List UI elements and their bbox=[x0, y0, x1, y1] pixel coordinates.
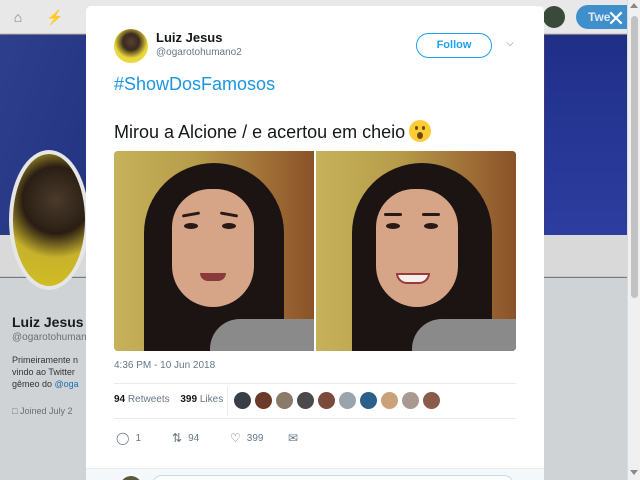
retweet-icon: ⇅ bbox=[172, 431, 183, 445]
scrollbar[interactable] bbox=[627, 0, 640, 480]
profile-bio-line: gêmeo do @oga bbox=[12, 378, 86, 390]
retweets-count[interactable]: 94 bbox=[114, 394, 125, 405]
likes-label[interactable]: Likes bbox=[200, 394, 223, 405]
liker-avatar[interactable] bbox=[360, 392, 377, 409]
home-icon[interactable]: ⌂ bbox=[10, 9, 26, 25]
tweet-text-body: Mirou a Alcione / e acertou em cheio bbox=[114, 122, 406, 142]
media-photo-right[interactable] bbox=[316, 151, 516, 351]
profile-bio-link[interactable]: @oga bbox=[55, 379, 79, 389]
heart-icon: ♡ bbox=[230, 431, 241, 445]
retweet-count: 94 bbox=[188, 432, 200, 444]
scroll-up-arrow-icon[interactable] bbox=[630, 3, 638, 8]
scroll-down-arrow-icon[interactable] bbox=[630, 470, 638, 475]
retweets-label[interactable]: Retweets bbox=[128, 394, 170, 405]
profile-bio-text: gêmeo do bbox=[12, 379, 55, 389]
chevron-down-icon[interactable]: ⌵ bbox=[504, 38, 516, 50]
author-avatar[interactable] bbox=[114, 29, 148, 63]
close-icon[interactable]: ✕ bbox=[605, 8, 627, 30]
author-handle[interactable]: @ogarotohumano2 bbox=[156, 47, 242, 58]
liker-avatar[interactable] bbox=[255, 392, 272, 409]
divider bbox=[114, 383, 516, 384]
reply-icon: ◯ bbox=[116, 431, 130, 445]
profile-bio-line: vindo ao Twitter bbox=[12, 367, 75, 377]
tweet-text: Mirou a Alcione / e acertou em cheio bbox=[114, 120, 432, 143]
profile-joined: □ Joined July 2 bbox=[12, 406, 72, 416]
tweet-media[interactable] bbox=[114, 151, 516, 351]
divider bbox=[114, 418, 516, 419]
likes-count[interactable]: 399 bbox=[180, 394, 197, 405]
viewer-avatar bbox=[120, 476, 142, 480]
astonished-face-emoji-icon bbox=[409, 120, 432, 142]
follow-button[interactable]: Follow bbox=[416, 33, 492, 58]
scrollbar-thumb[interactable] bbox=[631, 16, 638, 298]
calendar-icon: □ bbox=[12, 406, 20, 416]
liker-avatar[interactable] bbox=[318, 392, 335, 409]
liker-avatar[interactable] bbox=[234, 392, 251, 409]
direct-message-action[interactable]: ✉ bbox=[288, 431, 298, 445]
profile-bio: Primeiramente n vindo ao Twitter gêmeo d… bbox=[12, 354, 86, 390]
profile-name: Luiz Jesus bbox=[12, 314, 84, 330]
retweet-action[interactable]: ⇅ 94 bbox=[172, 431, 199, 445]
reply-action[interactable]: ◯ 1 bbox=[116, 431, 141, 445]
tweet-hashtag[interactable]: #ShowDosFamosos bbox=[114, 74, 275, 95]
profile-avatar bbox=[9, 150, 89, 290]
tweet-timestamp[interactable]: 4:36 PM - 10 Jun 2018 bbox=[114, 360, 215, 371]
profile-bio-line: Primeiramente n bbox=[12, 355, 79, 365]
liker-avatar[interactable] bbox=[276, 392, 293, 409]
media-photo-left[interactable] bbox=[114, 151, 314, 351]
profile-handle: @ogarotohumano bbox=[12, 332, 93, 343]
liker-avatar[interactable] bbox=[423, 392, 440, 409]
reply-input[interactable] bbox=[152, 475, 514, 480]
liker-avatar[interactable] bbox=[339, 392, 356, 409]
profile-joined-text: Joined July 2 bbox=[19, 406, 73, 416]
liker-avatar[interactable] bbox=[297, 392, 314, 409]
envelope-icon: ✉ bbox=[288, 431, 299, 445]
like-action[interactable]: ♡ 399 bbox=[230, 431, 263, 445]
tweet-stats: 94 Retweets 399 Likes bbox=[114, 394, 223, 405]
liker-avatar[interactable] bbox=[402, 392, 419, 409]
liker-avatar[interactable] bbox=[381, 392, 398, 409]
nav-avatar[interactable] bbox=[543, 6, 565, 28]
author-name[interactable]: Luiz Jesus bbox=[156, 30, 222, 45]
profile-banner-edge bbox=[545, 35, 640, 235]
reply-composer bbox=[86, 468, 544, 480]
moments-icon[interactable]: ⚡ bbox=[46, 9, 63, 25]
tweet-modal: Luiz Jesus @ogarotohumano2 Follow ⌵ #Sho… bbox=[86, 6, 544, 480]
like-count: 399 bbox=[246, 432, 264, 444]
reply-count: 1 bbox=[135, 432, 141, 444]
stats-separator bbox=[227, 386, 228, 416]
